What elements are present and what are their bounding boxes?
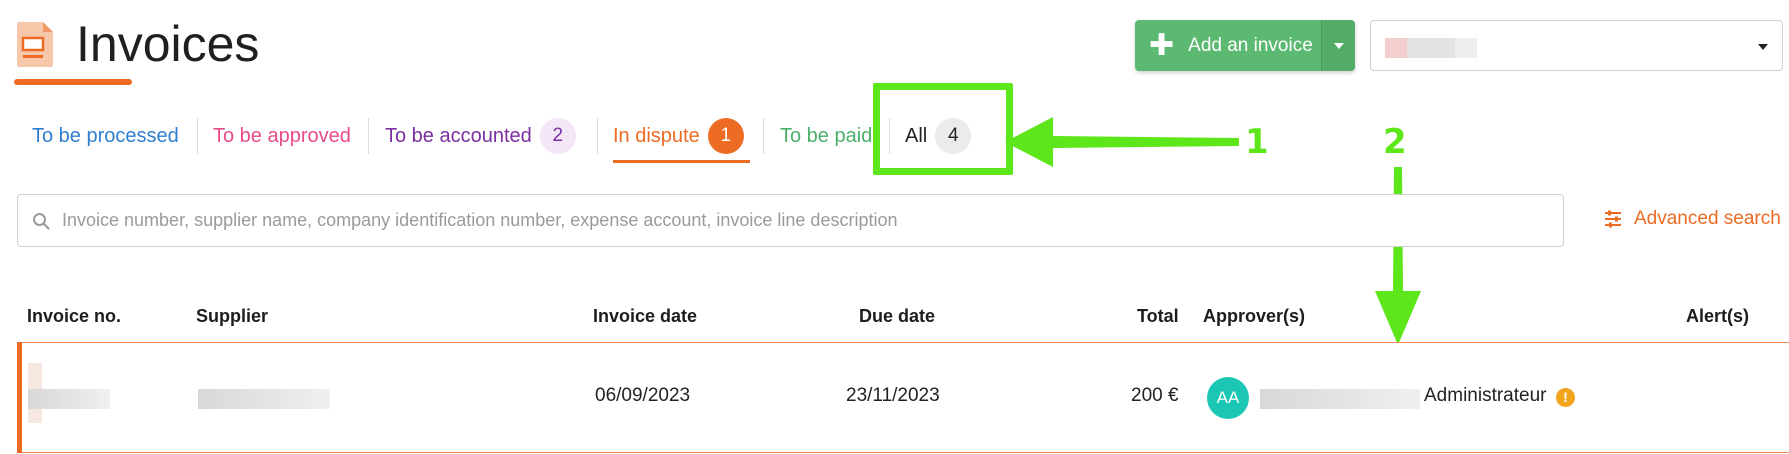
warning-icon[interactable]: ! xyxy=(1556,388,1575,407)
tab-count-badge: 2 xyxy=(539,118,576,154)
tab-label: To be approved xyxy=(213,125,351,147)
add-invoice-label: Add an invoice xyxy=(1188,34,1313,56)
advanced-search-label: Advanced search xyxy=(1634,208,1781,229)
tab-divider xyxy=(597,118,598,154)
tab-to-be-accounted[interactable]: To be accounted 2 xyxy=(385,118,576,154)
tab-divider xyxy=(368,118,369,154)
column-header-total[interactable]: Total xyxy=(1137,306,1179,327)
due-date-cell: 23/11/2023 xyxy=(846,385,940,406)
avatar: AA xyxy=(1207,377,1249,419)
tab-to-be-approved[interactable]: To be approved xyxy=(213,118,351,154)
tab-to-be-processed[interactable]: To be processed xyxy=(32,118,179,154)
approver-role: Administrateur xyxy=(1424,385,1547,406)
page-title: Invoices xyxy=(76,16,260,72)
column-header-supplier[interactable]: Supplier xyxy=(196,306,268,327)
tab-divider xyxy=(197,118,198,154)
annotation-box-1 xyxy=(873,83,1013,175)
column-header-invoice-no[interactable]: Invoice no. xyxy=(27,306,121,327)
column-header-approvers: Approver(s) xyxy=(1203,306,1306,326)
row-status-accent xyxy=(17,342,22,453)
active-tab-indicator xyxy=(613,160,750,163)
add-invoice-button[interactable]: ✚ Add an invoice xyxy=(1135,20,1355,71)
column-header-alerts: Alert(s) xyxy=(1686,306,1750,326)
company-select-value-redacted xyxy=(1385,38,1477,58)
invoice-icon xyxy=(17,22,53,67)
add-invoice-main[interactable]: ✚ Add an invoice xyxy=(1135,20,1321,71)
column-header-due-date[interactable]: Due date xyxy=(859,306,935,327)
advanced-search-link[interactable]: Advanced search xyxy=(1604,208,1781,230)
tab-to-be-paid[interactable]: To be paid xyxy=(780,118,872,154)
search-input[interactable] xyxy=(62,195,1552,246)
total-cell: 200 € xyxy=(1131,385,1179,406)
add-invoice-dropdown-toggle[interactable] xyxy=(1321,20,1355,71)
title-underline xyxy=(14,79,132,85)
search-icon xyxy=(33,213,50,230)
tab-in-dispute[interactable]: In dispute 1 xyxy=(613,118,744,154)
column-header-invoice-date[interactable]: Invoice date xyxy=(593,306,697,327)
company-select[interactable] xyxy=(1370,20,1783,71)
approver-name-redacted xyxy=(1260,389,1420,409)
chevron-down-icon xyxy=(1333,42,1344,49)
tab-count-badge: 1 xyxy=(707,118,744,154)
tab-label: To be processed xyxy=(32,125,179,147)
tab-label: To be paid xyxy=(780,125,873,147)
chevron-down-icon xyxy=(1758,44,1768,50)
invoice-number-redacted xyxy=(28,389,110,409)
annotation-number-2: 2 xyxy=(1383,122,1407,162)
supplier-redacted xyxy=(198,389,330,409)
search-bar[interactable] xyxy=(17,194,1564,247)
plus-icon: ✚ xyxy=(1149,28,1175,62)
invoice-date-cell: 06/09/2023 xyxy=(595,385,691,406)
tab-divider xyxy=(763,118,764,154)
sliders-icon xyxy=(1605,210,1621,228)
annotation-arrow-1 xyxy=(1005,117,1239,167)
annotation-number-1: 1 xyxy=(1245,122,1269,162)
tab-label: To be accounted xyxy=(385,125,532,147)
tab-label: In dispute xyxy=(613,125,700,147)
